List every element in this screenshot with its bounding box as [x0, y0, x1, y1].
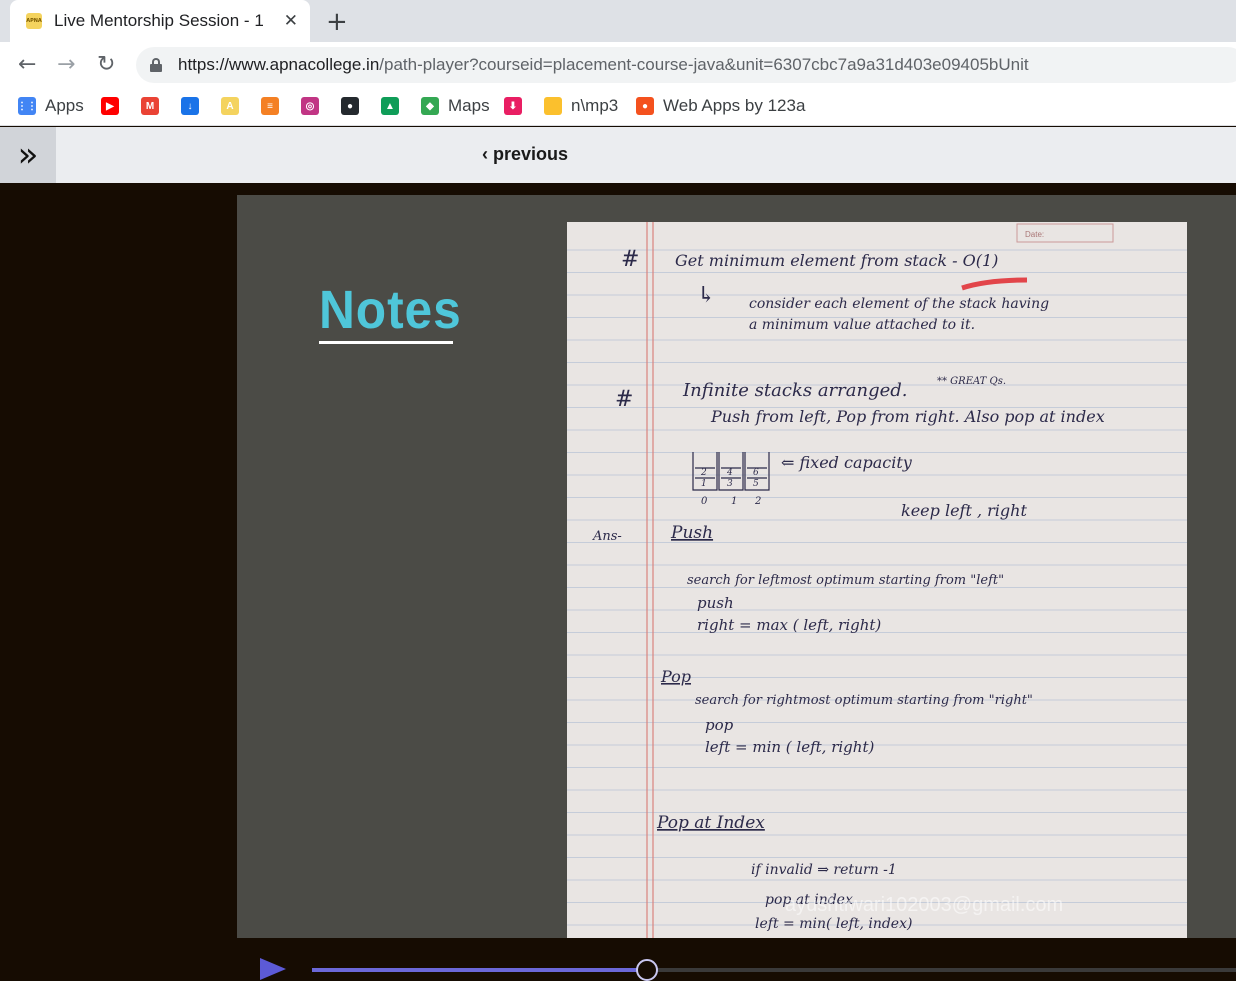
h1-line-3: a minimum value attached to it. — [749, 317, 975, 333]
notebook-page: Date: # Get minimum element from stack -… — [567, 222, 1187, 938]
pop-index-line-1: if invalid ⇒ return -1 — [751, 862, 897, 878]
browser-toolbar: ← → ↻ https://www.apnacollege.in/path-pl… — [0, 42, 1236, 88]
stack-num: 5 — [753, 479, 759, 489]
pop-index-line-3: left = min( left, index) — [755, 916, 912, 932]
bookmark-gmail[interactable]: M — [141, 94, 159, 118]
bookmark-apps-grid[interactable]: ⋮⋮ Apps — [17, 94, 84, 118]
heading-2: Infinite stacks arranged. — [682, 380, 908, 401]
bookmark-maps[interactable]: ◆ Maps — [421, 94, 490, 118]
slide-title: Notes — [319, 280, 462, 340]
fixed-capacity: ⇐ fixed capacity — [781, 453, 913, 472]
stack-num: 3 — [727, 479, 733, 489]
hash-2: # — [615, 387, 633, 412]
email-watermark: ayushtiwari102003@gmail.com — [785, 894, 1064, 916]
bookmark-label: Maps — [448, 96, 490, 115]
url-path: /path-player?courseid=placement-course-j… — [379, 55, 1029, 74]
stack-index: 0 — [701, 496, 708, 507]
bookmarks-bar: ⋮⋮ Apps ▶ M ↓ A ≡ ◎ ● ▲ ◆ Maps ⬇ n\mp3 ● Web Apps by 12… — [0, 88, 1236, 126]
drive-icon: ▲ — [381, 97, 399, 115]
push-line-1: search for leftmost optimum starting fro… — [687, 573, 1004, 588]
title-underline — [319, 341, 453, 344]
stack-num: 2 — [700, 468, 707, 478]
tab-strip: APNA Live Mentorship Session - 1 ✕ + — [0, 0, 1236, 42]
gmail-icon: M — [141, 97, 159, 115]
previous-button[interactable]: ‹ previous — [482, 144, 568, 165]
play-icon[interactable] — [260, 958, 286, 980]
hash-1: # — [621, 247, 639, 272]
apna-icon: A — [221, 97, 239, 115]
folder-icon — [544, 97, 562, 115]
webapps-icon: ● — [636, 97, 654, 115]
cloud-download-icon: ↓ — [181, 97, 199, 115]
progress-track[interactable] — [312, 959, 1236, 981]
maps-icon: ◆ — [421, 97, 439, 115]
stack-index: 2 — [754, 496, 761, 507]
address-bar[interactable]: https://www.apnacollege.in/path-player?c… — [136, 47, 1236, 83]
bookmark-webapps[interactable]: ● Web Apps by 123a — [636, 94, 805, 118]
arrow-1: ↳ — [697, 283, 715, 308]
github-icon: ● — [341, 97, 359, 115]
bookmark-drive[interactable]: ▲ — [381, 94, 399, 118]
pop-index-heading: Pop at Index — [656, 813, 765, 833]
browser-tab[interactable]: APNA Live Mentorship Session - 1 ✕ — [10, 0, 310, 42]
instagram-icon: ◎ — [301, 97, 319, 115]
h1-line-2: consider each element of the stack havin… — [749, 296, 1049, 312]
push-line-3: right = max ( left, right) — [697, 616, 881, 634]
bookmark-github[interactable]: ● — [341, 94, 359, 118]
h2-line-2: Push from left, Pop from right. Also pop… — [710, 407, 1105, 426]
bookmark-stackoverflow[interactable]: ≡ — [261, 94, 279, 118]
ans-label: Ans- — [592, 529, 622, 544]
back-button[interactable]: ← — [18, 52, 36, 77]
player-controls — [0, 938, 1236, 981]
push-heading: Push — [670, 523, 713, 543]
video-player[interactable]: Notes Date: # Get minimum element from s… — [0, 183, 1236, 981]
lock-icon[interactable] — [150, 58, 162, 72]
new-tab-button[interactable]: + — [326, 7, 348, 37]
close-tab-icon[interactable]: ✕ — [284, 11, 298, 31]
notebook-svg: Date: # Get minimum element from stack -… — [567, 222, 1187, 938]
pop-line-1: search for rightmost optimum starting fr… — [695, 693, 1033, 708]
tab-title: Live Mentorship Session - 1 — [54, 11, 264, 30]
stackoverflow-icon: ≡ — [261, 97, 279, 115]
bookmark-instagram[interactable]: ◎ — [301, 94, 319, 118]
progress-fill — [312, 968, 648, 972]
course-header: » ‹ previous — [0, 127, 1236, 183]
bookmark-download[interactable]: ⬇ — [504, 94, 522, 118]
apna-favicon-icon: APNA — [26, 13, 42, 29]
stack-num: 6 — [753, 468, 759, 478]
video-frame: Notes Date: # Get minimum element from s… — [237, 195, 1236, 938]
bookmark-folder[interactable]: n\mp3 — [544, 94, 618, 118]
bookmark-youtube[interactable]: ▶ — [101, 94, 119, 118]
pop-heading: Pop — [660, 667, 691, 686]
bookmark-label: n\mp3 — [571, 96, 619, 115]
stack-index: 1 — [731, 496, 737, 507]
youtube-icon: ▶ — [101, 97, 119, 115]
red-highlight — [961, 277, 1028, 291]
heading-1: Get minimum element from stack - O(1) — [675, 251, 998, 270]
url-text[interactable]: https://www.apnacollege.in/path-player?c… — [178, 55, 1029, 75]
url-host: https://www.apnacollege.in — [178, 55, 380, 74]
bookmark-apna[interactable]: A — [221, 94, 239, 118]
pop-line-2: pop — [705, 716, 734, 734]
download-icon: ⬇ — [504, 97, 522, 115]
apps-grid-icon: ⋮⋮ — [17, 97, 37, 115]
reload-button[interactable]: ↻ — [97, 52, 115, 77]
bookmark-label: Web Apps by 123a — [663, 96, 806, 115]
stack-num: 4 — [726, 468, 733, 478]
date-label: Date: — [1025, 230, 1044, 239]
stack-num: 1 — [701, 479, 707, 489]
progress-knob[interactable] — [636, 959, 659, 981]
great-tag: ** GREAT Qs. — [937, 376, 1006, 387]
keep-note: keep left , right — [901, 501, 1027, 520]
bookmark-cloud-download[interactable]: ↓ — [181, 94, 199, 118]
pop-line-3: left = min ( left, right) — [705, 738, 874, 756]
push-line-2: push — [697, 594, 734, 612]
bookmark-label: Apps — [45, 96, 84, 115]
forward-button[interactable]: → — [57, 52, 75, 77]
sidebar-toggle-button[interactable]: » — [0, 127, 56, 183]
